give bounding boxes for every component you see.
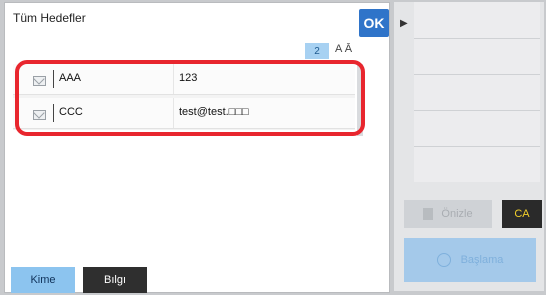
divider: [414, 38, 540, 39]
preview-label: Önizle: [441, 208, 473, 220]
ca-button[interactable]: CA: [502, 200, 542, 228]
ok-button[interactable]: OK: [359, 9, 389, 37]
expand-arrow-icon[interactable]: ▶: [400, 18, 408, 29]
destination-panel: Tüm Hedefler OK 2 A Ā AAA 123 CCC test@t…: [4, 2, 390, 293]
preview-button[interactable]: Önizle: [404, 200, 492, 228]
sort-toggle[interactable]: A Ā: [335, 43, 352, 55]
divider: [414, 110, 540, 111]
start-button[interactable]: Başlama: [404, 238, 536, 282]
tab-to[interactable]: Kime: [11, 267, 75, 293]
divider: [414, 146, 540, 147]
screen-frame: Tüm Hedefler OK 2 A Ā AAA 123 CCC test@t…: [0, 0, 546, 295]
highlight-frame: [15, 60, 365, 136]
start-icon: [436, 253, 451, 267]
panel-title: Tüm Hedefler: [13, 11, 86, 25]
preview-icon: [423, 208, 434, 220]
queue-list: [414, 2, 540, 182]
right-control-panel: ▶ Önizle CA Başlama: [394, 2, 544, 291]
start-label: Başlama: [460, 254, 504, 266]
count-badge: 2: [305, 43, 329, 59]
divider: [414, 74, 540, 75]
tab-info[interactable]: Bılgı: [83, 267, 147, 293]
